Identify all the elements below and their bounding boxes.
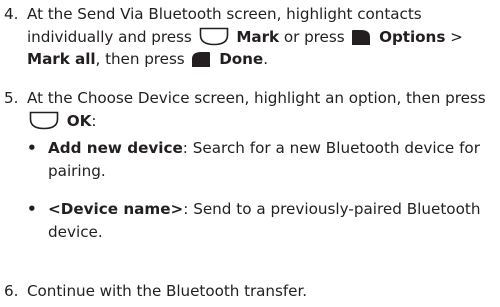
- bullet-body: <Device name>: Send to a previously-pair…: [48, 198, 497, 243]
- step-4-text-b: or press: [283, 27, 345, 46]
- step-5-body: At the Choose Device screen, highlight a…: [27, 87, 498, 132]
- step-4: 4. At the Send Via Bluetooth screen, hig…: [4, 3, 498, 71]
- center-select-key-icon: [29, 111, 59, 130]
- step-number: 6.: [4, 282, 19, 300]
- step-number: 4.: [4, 5, 19, 23]
- step-6-body: Continue with the Bluetooth transfer.: [27, 280, 498, 303]
- bullet-dot: •: [27, 200, 37, 218]
- step-5-end: :: [91, 111, 97, 130]
- done-label: Done: [219, 50, 264, 68]
- step-number: 5.: [4, 89, 19, 107]
- left-softkey-icon: [351, 29, 371, 46]
- manual-page: 4. At the Send Via Bluetooth screen, hig…: [0, 0, 500, 307]
- bullet-dot: •: [27, 139, 37, 157]
- step-4-text-c: , then press: [95, 50, 185, 68]
- bullet-term: Add new device: [48, 139, 183, 157]
- right-softkey-icon: [191, 51, 211, 68]
- step-4-body: At the Send Via Bluetooth screen, highli…: [27, 3, 498, 71]
- bullet-term: <Device name>: [48, 200, 184, 218]
- ok-label: OK: [66, 111, 92, 130]
- options-label: Options: [379, 27, 446, 46]
- center-select-key-icon: [199, 27, 229, 46]
- bullet-item: • <Device name>: Send to a previously-pa…: [27, 198, 497, 243]
- mark-label: Mark: [236, 27, 280, 46]
- step-5-text-a: At the Choose Device screen, highlight a…: [27, 89, 486, 107]
- bullet-item: • Add new device: Search for a new Bluet…: [27, 137, 497, 182]
- step-4-end: .: [263, 50, 268, 68]
- step-6: 6. Continue with the Bluetooth transfer.: [4, 280, 498, 303]
- step-5: 5. At the Choose Device screen, highligh…: [4, 87, 498, 132]
- separator: >: [450, 27, 463, 46]
- mark-all-label: Mark all: [27, 50, 96, 68]
- bullet-body: Add new device: Search for a new Bluetoo…: [48, 137, 497, 182]
- step-6-text: Continue with the Bluetooth transfer.: [27, 282, 308, 300]
